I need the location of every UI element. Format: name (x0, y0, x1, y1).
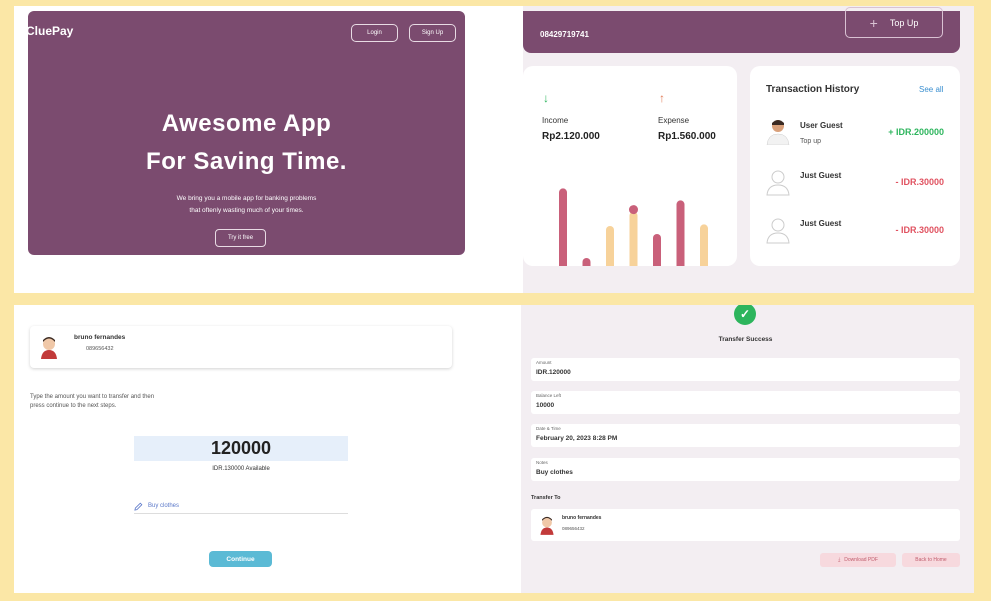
transfer-to-heading: Transfer To (531, 495, 561, 501)
transfer-success-screen: ✓ Transfer Success Amount IDR.120000 Bal… (521, 305, 974, 593)
tx-name: User Guest (800, 121, 843, 130)
app-logo: CluePay (28, 24, 74, 38)
recipient-name: bruno fernandes (562, 515, 602, 521)
chart-dot (629, 205, 638, 215)
signup-button[interactable]: Sign Up (409, 24, 456, 42)
tx-amount: - IDR.30000 (895, 177, 944, 187)
dashboard-header: 08429719741 + Top Up (523, 7, 960, 53)
recipient-phone: 089656432 (562, 526, 585, 531)
recipient-card[interactable]: bruno fernandes 089656432 (30, 326, 452, 368)
topup-button[interactable]: + Top Up (845, 7, 943, 38)
download-pdf-label: Download PDF (844, 557, 878, 563)
income-expense-card: ↓ ↑ Income Rp2.120.000 Expense Rp1.560.0… (523, 66, 737, 266)
field-label: Date & Time (536, 426, 561, 431)
download-icon: ⤓ (838, 557, 841, 563)
recipient-name: bruno fernandes (74, 334, 126, 341)
income-amount: Rp2.120.000 (542, 131, 600, 142)
chart-bar (559, 188, 567, 266)
available-balance: IDR.130000 Available (212, 466, 270, 472)
landing-hero: CluePay Login Sign Up Awesome App For Sa… (28, 11, 465, 255)
expense-label: Expense (658, 116, 690, 125)
expense-amount: Rp1.560.000 (658, 131, 716, 142)
hero-title-line2: For Saving Time. (146, 148, 347, 175)
chart-bar (606, 226, 614, 266)
user-placeholder-icon (766, 218, 790, 244)
notes-text: Buy clothes (148, 503, 180, 509)
amount-input[interactable]: 120000 (134, 436, 348, 461)
balance-field: Balance Left 10000 (531, 391, 960, 414)
user-placeholder-icon (766, 170, 790, 196)
hero-title-line1: Awesome App (161, 110, 332, 137)
chart-bar (653, 234, 661, 266)
continue-button[interactable]: Continue (209, 551, 272, 567)
chart-bar (700, 224, 708, 266)
transfer-instructions: Type the amount you want to transfer and… (30, 393, 170, 411)
pencil-icon (134, 502, 143, 511)
tx-type: Top up (800, 138, 822, 145)
field-label: Amount (536, 360, 552, 365)
success-title: Transfer Success (718, 336, 773, 343)
instruction-line1: Type the amount you want to transfer and… (30, 394, 155, 400)
see-all-link[interactable]: See all (919, 85, 943, 94)
field-value: Buy clothes (536, 469, 573, 476)
tx-amount: + IDR.200000 (888, 127, 944, 137)
try-free-button[interactable]: Try it free (215, 229, 266, 247)
hero-subtitle-line2: that oftenly wasting much of your times. (189, 207, 304, 214)
chart-bar (676, 200, 685, 266)
hero-subtitle-line1: We bring you a mobile app for banking pr… (176, 195, 317, 202)
instruction-line2: press continue to the next steps. (30, 403, 117, 409)
income-label: Income (542, 116, 569, 125)
transfer-to-card: bruno fernandes 089656432 (531, 509, 960, 541)
notes-field: Notes Buy clothes (531, 458, 960, 481)
datetime-field: Date & Time February 20, 2023 8:28 PM (531, 424, 960, 447)
back-home-button[interactable]: Back to Home (902, 553, 960, 567)
spending-bar-chart (559, 188, 708, 266)
chart-bar (582, 258, 591, 266)
download-pdf-button[interactable]: ⤓ Download PDF (820, 553, 896, 567)
bottom-screens-panel: bruno fernandes 089656432 Type the amoun… (14, 305, 974, 593)
field-value: 10000 (536, 402, 555, 409)
plus-icon: + (869, 14, 878, 31)
transaction-history-card: Transaction History See all User Guest T… (750, 66, 960, 266)
tx-amount: - IDR.30000 (895, 225, 944, 235)
chart-bar (629, 211, 638, 266)
tx-name: Just Guest (800, 171, 842, 180)
history-title: Transaction History (766, 84, 860, 95)
arrow-down-icon: ↓ (543, 91, 549, 105)
field-label: Balance Left (536, 393, 562, 398)
topup-label: Top Up (889, 17, 919, 28)
login-button[interactable]: Login (351, 24, 398, 42)
recipient-phone: 089656432 (86, 346, 114, 352)
dashboard-screen: 08429719741 + Top Up ↓ ↑ Income Rp2.120.… (523, 6, 974, 293)
field-value: IDR.120000 (536, 369, 571, 376)
arrow-up-icon: ↑ (659, 91, 665, 105)
recipient-avatar (41, 337, 57, 359)
amount-field: Amount IDR.120000 (531, 358, 960, 381)
user-avatar-photo (766, 120, 790, 145)
tx-name: Just Guest (800, 219, 842, 228)
notes-input[interactable]: Buy clothes (134, 499, 348, 514)
recipient-avatar (540, 516, 554, 535)
top-screens-panel: CluePay Login Sign Up Awesome App For Sa… (14, 6, 974, 293)
check-icon: ✓ (734, 305, 756, 325)
field-label: Notes (536, 460, 548, 465)
field-value: February 20, 2023 8:28 PM (536, 435, 618, 442)
account-number: 08429719741 (540, 30, 589, 39)
